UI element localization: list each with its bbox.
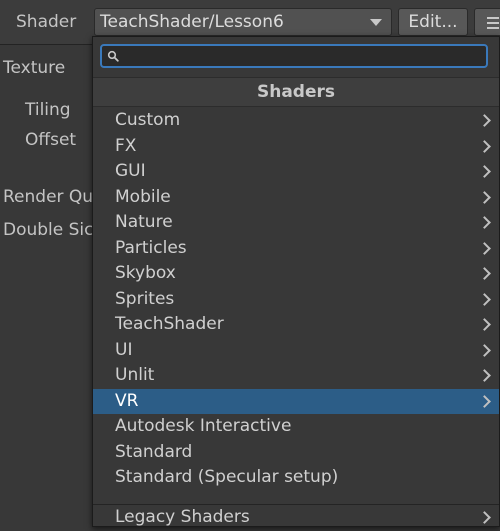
shader-options-button[interactable] <box>474 8 500 36</box>
search-icon <box>107 50 119 62</box>
menu-item-custom[interactable]: Custom <box>93 108 499 134</box>
menu-item-label: Custom <box>115 110 181 130</box>
tiling-label: Tiling <box>25 100 71 120</box>
popup-header: Shaders <box>93 77 499 107</box>
menu-item-label: Sprites <box>115 288 175 309</box>
menu-item-fx[interactable]: FX <box>93 134 499 160</box>
menu-item-particles[interactable]: Particles <box>93 236 499 262</box>
menu-item-vr[interactable]: VR <box>93 388 499 414</box>
shader-selector-popup: Shaders Custom FX GUI Mobile Nature Part… <box>92 36 500 527</box>
menu-item-label: Standard <box>115 441 193 462</box>
chevron-right-icon <box>478 511 491 524</box>
menu-item-label: Autodesk Interactive <box>115 416 292 436</box>
menu-item-label: Unlit <box>115 365 155 385</box>
chevron-right-icon <box>478 165 491 178</box>
chevron-right-icon <box>478 343 491 357</box>
chevron-right-icon <box>478 318 491 331</box>
menu-item-label: Legacy Shaders <box>115 507 250 527</box>
shader-label: Shader <box>16 12 77 32</box>
menu-item-label: FX <box>115 135 137 156</box>
menu-item-label: Mobile <box>115 186 171 207</box>
menu-item-standard-specular-setup[interactable]: Standard (Specular setup) <box>93 465 499 491</box>
chevron-right-icon <box>478 369 491 382</box>
menu-item-label: Nature <box>115 212 173 232</box>
search-box[interactable] <box>100 44 488 68</box>
menu-item-label: VR <box>115 390 139 411</box>
shader-list: Custom FX GUI Mobile Nature Particles Sk… <box>93 108 499 491</box>
shader-dropdown-value: TeachShader/Lesson6 <box>100 12 284 32</box>
menu-item-label: Skybox <box>115 263 176 283</box>
chevron-right-icon <box>478 267 491 280</box>
chevron-right-icon <box>478 216 491 229</box>
shader-dropdown[interactable]: TeachShader/Lesson6 <box>94 8 392 36</box>
menu-item-ui[interactable]: UI <box>93 338 499 364</box>
double-sided-label: Double Sic <box>3 220 94 240</box>
menu-item-skybox[interactable]: Skybox <box>93 261 499 287</box>
chevron-right-icon <box>478 114 491 127</box>
menu-item-gui[interactable]: GUI <box>93 159 499 185</box>
edit-shader-button[interactable]: Edit... <box>398 8 468 36</box>
menu-item-nature[interactable]: Nature <box>93 210 499 236</box>
offset-label: Offset <box>25 130 77 150</box>
menu-item-sprites[interactable]: Sprites <box>93 287 499 313</box>
render-queue-label: Render Qu <box>3 187 94 207</box>
menu-item-label: Standard (Specular setup) <box>115 467 339 487</box>
search-input[interactable] <box>122 47 482 65</box>
menu-item-teachshader[interactable]: TeachShader <box>93 312 499 338</box>
chevron-right-icon <box>478 139 491 153</box>
menu-item-label: UI <box>115 339 133 360</box>
menu-item-unlit[interactable]: Unlit <box>93 363 499 389</box>
list-icon <box>487 17 499 32</box>
chevron-right-icon <box>478 292 491 306</box>
menu-item-standard[interactable]: Standard <box>93 440 499 466</box>
chevron-right-icon <box>478 394 491 408</box>
chevron-right-icon <box>478 241 491 255</box>
menu-item-label: TeachShader <box>115 314 224 334</box>
menu-item-label: Particles <box>115 237 187 258</box>
chevron-right-icon <box>478 190 491 204</box>
texture-label: Texture <box>3 58 66 78</box>
menu-item-autodesk-interactive[interactable]: Autodesk Interactive <box>93 414 499 440</box>
dropdown-arrow-icon <box>370 19 382 26</box>
menu-item-mobile[interactable]: Mobile <box>93 185 499 211</box>
menu-item-label: GUI <box>115 161 146 181</box>
